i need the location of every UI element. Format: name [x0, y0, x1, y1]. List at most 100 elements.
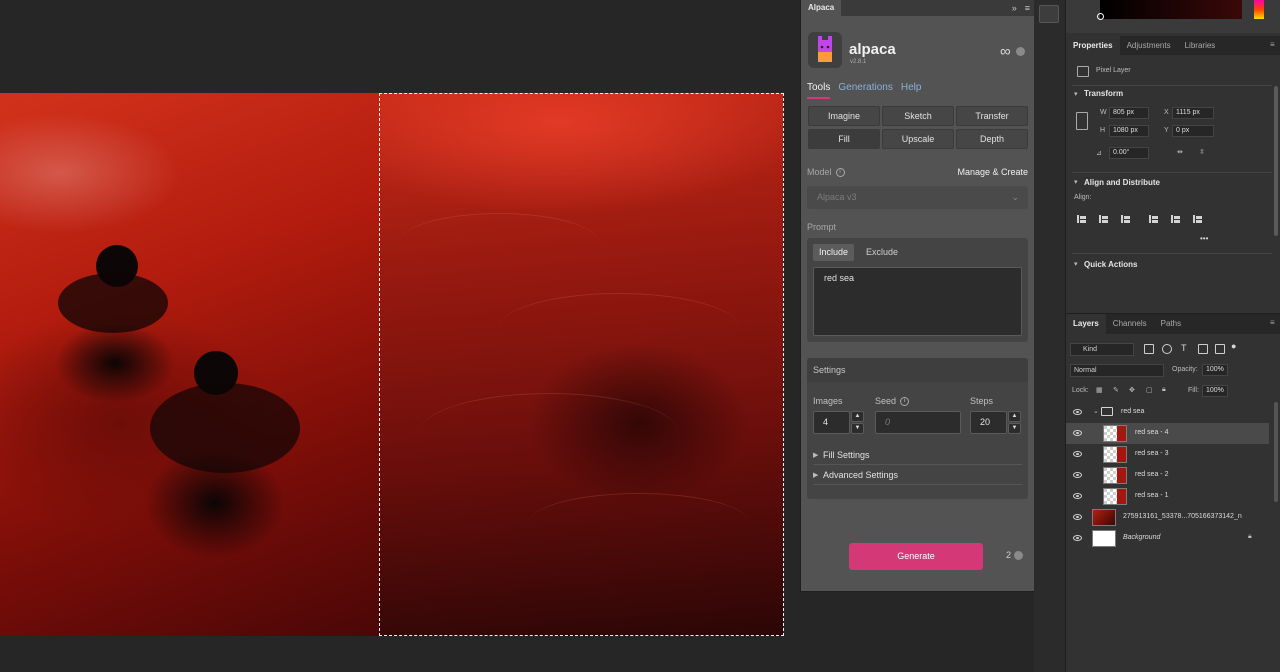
model-select[interactable]: Alpaca v3 ⌄ [807, 186, 1028, 209]
visibility-eye-icon[interactable] [1073, 514, 1082, 520]
collapsed-panel-button[interactable] [1039, 5, 1059, 23]
exclude-toggle[interactable]: Exclude [860, 244, 904, 261]
filter-toggle-icon[interactable]: ● [1231, 341, 1236, 351]
align-center-h-icon[interactable] [1098, 213, 1110, 225]
fill-settings-expander[interactable]: ▶ Fill Settings [813, 446, 1022, 465]
layer-row[interactable]: red sea - 1 [1066, 486, 1269, 507]
width-input[interactable]: 805 px [1109, 107, 1149, 119]
lock-artboard-icon[interactable]: ▢ [1146, 386, 1153, 394]
align-top-icon[interactable] [1148, 213, 1160, 225]
flip-vertical-icon[interactable]: ⇳ [1199, 148, 1205, 156]
link-icon[interactable] [1076, 112, 1088, 130]
fill-settings-label: Fill Settings [823, 450, 870, 460]
swimmer-body [150, 383, 300, 473]
group-caret-icon[interactable]: ⌄ [1093, 407, 1099, 415]
angle-input[interactable]: 0.00° [1109, 147, 1149, 159]
info-icon[interactable]: i [900, 396, 910, 406]
filter-adjustment-icon[interactable] [1162, 344, 1172, 354]
layer-row-background[interactable]: Background 🔒︎ [1066, 528, 1269, 549]
generate-button[interactable]: Generate [849, 543, 983, 570]
layer-group-row[interactable]: ⌄ red sea [1066, 402, 1269, 423]
tab-properties[interactable]: Properties [1066, 36, 1120, 55]
info-icon[interactable]: i [835, 167, 845, 177]
height-input[interactable]: 1080 px [1109, 125, 1149, 137]
quick-actions-heading: Quick Actions [1084, 260, 1138, 269]
seed-input[interactable]: 0 [875, 411, 961, 434]
tab-libraries[interactable]: Libraries [1178, 36, 1223, 55]
collapse-caret-icon[interactable]: ▾ [1074, 90, 1078, 98]
opacity-input[interactable]: 100% [1202, 364, 1228, 376]
panel-menu-icon[interactable]: ≡ [1270, 319, 1278, 327]
layer-row[interactable]: 275913161_53378...705166373142_n [1066, 507, 1269, 528]
tab-adjustments[interactable]: Adjustments [1120, 36, 1178, 55]
filter-type-icon[interactable]: T [1181, 343, 1187, 353]
manage-create-link[interactable]: Manage & Create [957, 167, 1028, 177]
alpaca-tab[interactable]: Alpaca [801, 0, 842, 16]
collapse-icon[interactable]: » [1012, 3, 1017, 13]
layer-row[interactable]: red sea - 4 [1066, 423, 1269, 444]
prompt-textarea[interactable]: red sea [813, 267, 1022, 336]
visibility-eye-icon[interactable] [1073, 472, 1082, 478]
tab-tools[interactable]: Tools [807, 82, 831, 99]
color-picker-dot[interactable] [1097, 13, 1104, 20]
stepper-down-icon[interactable]: ▼ [1008, 423, 1021, 434]
layer-thumbnail [1103, 425, 1127, 442]
divider [1072, 172, 1272, 173]
document-canvas[interactable] [0, 0, 800, 672]
align-right-icon[interactable] [1120, 213, 1132, 225]
tab-channels[interactable]: Channels [1106, 314, 1154, 334]
tab-paths[interactable]: Paths [1154, 314, 1188, 334]
generation-count: 2 [1006, 550, 1012, 560]
filter-smart-object-icon[interactable] [1215, 344, 1225, 354]
tab-layers[interactable]: Layers [1066, 314, 1106, 334]
tab-help[interactable]: Help [901, 82, 922, 99]
collapse-caret-icon[interactable]: ▾ [1074, 260, 1078, 268]
tab-generations[interactable]: Generations [838, 82, 892, 99]
tool-sketch-button[interactable]: Sketch [882, 106, 954, 126]
collapse-caret-icon[interactable]: ▾ [1074, 178, 1078, 186]
layer-row[interactable]: red sea - 3 [1066, 444, 1269, 465]
app-version: v2.8.1 [850, 59, 867, 65]
color-picker[interactable] [1066, 0, 1280, 33]
align-middle-v-icon[interactable] [1170, 213, 1182, 225]
visibility-eye-icon[interactable] [1073, 493, 1082, 499]
panel-menu-icon[interactable]: ≡ [1270, 41, 1278, 49]
align-left-icon[interactable] [1076, 213, 1088, 225]
layers-scrollbar[interactable] [1274, 402, 1278, 502]
kind-filter-select[interactable]: Kind [1070, 343, 1134, 356]
tool-fill-button[interactable]: Fill [808, 129, 880, 149]
lock-all-icon[interactable]: 🔒︎ [1162, 386, 1166, 394]
stepper-up-icon[interactable]: ▲ [851, 411, 864, 422]
include-toggle[interactable]: Include [813, 244, 855, 261]
properties-scrollbar[interactable] [1274, 86, 1278, 236]
panel-menu-icon[interactable]: ≡ [1025, 3, 1030, 13]
tool-imagine-button[interactable]: Imagine [808, 106, 880, 126]
advanced-settings-expander[interactable]: ▶ Advanced Settings [813, 466, 1022, 485]
blend-mode-select[interactable]: Normal [1070, 364, 1164, 377]
x-input[interactable]: 1115 px [1172, 107, 1214, 119]
stepper-down-icon[interactable]: ▼ [851, 423, 864, 434]
color-field[interactable] [1100, 0, 1242, 19]
flip-horizontal-icon[interactable]: ⇹ [1177, 148, 1183, 156]
visibility-eye-icon[interactable] [1073, 430, 1082, 436]
hue-slider[interactable] [1254, 0, 1264, 19]
lock-pixels-icon[interactable]: ✎ [1113, 386, 1119, 394]
filter-pixel-icon[interactable] [1144, 344, 1154, 354]
tool-transfer-button[interactable]: Transfer [956, 106, 1028, 126]
fill-input[interactable]: 100% [1202, 385, 1228, 397]
filter-shape-icon[interactable] [1198, 344, 1208, 354]
tool-depth-button[interactable]: Depth [956, 129, 1028, 149]
more-options-icon[interactable]: ••• [1200, 234, 1208, 243]
steps-input[interactable]: 20 [970, 411, 1007, 434]
tool-upscale-button[interactable]: Upscale [882, 129, 954, 149]
y-input[interactable]: 0 px [1172, 125, 1214, 137]
stepper-up-icon[interactable]: ▲ [1008, 411, 1021, 422]
visibility-eye-icon[interactable] [1073, 451, 1082, 457]
layer-row[interactable]: red sea - 2 [1066, 465, 1269, 486]
align-bottom-icon[interactable] [1192, 213, 1204, 225]
lock-position-icon[interactable]: ✥ [1129, 386, 1135, 394]
visibility-eye-icon[interactable] [1073, 409, 1082, 415]
visibility-eye-icon[interactable] [1073, 535, 1082, 541]
lock-transparency-icon[interactable]: ▦ [1096, 386, 1103, 394]
images-input[interactable]: 4 [813, 411, 850, 434]
